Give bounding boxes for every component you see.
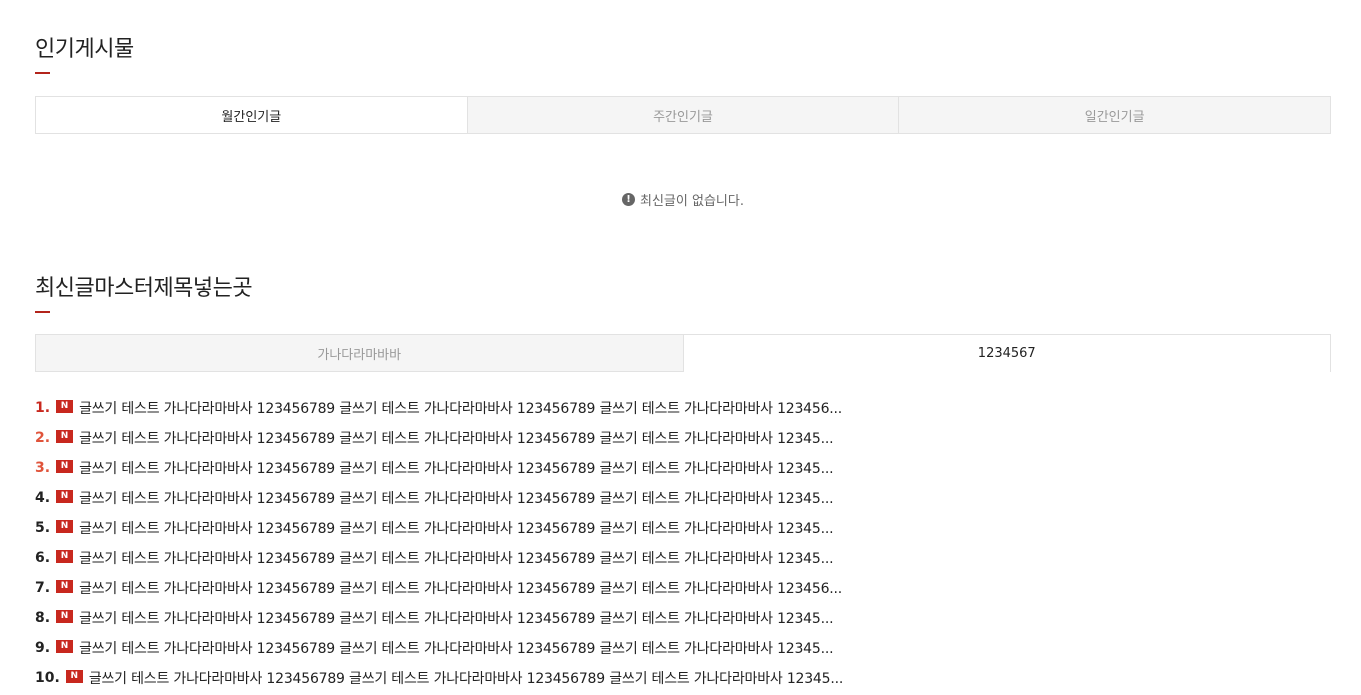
list-item[interactable]: 8. N 글쓰기 테스트 가나다라마바사 123456789 글쓰기 테스트 가나다… (35, 603, 1331, 633)
popular-empty-state: ! 최신글이 없습니다. (35, 190, 1331, 210)
post-link[interactable]: 글쓰기 테스트 가나다라마바사 123456789 글쓰기 테스트 가나다라마바… (79, 458, 833, 478)
list-item[interactable]: 2. N 글쓰기 테스트 가나다라마바사 123456789 글쓰기 테스트 가나다… (35, 423, 1331, 453)
tab-category-1[interactable]: 가나다라마바바 (36, 335, 684, 372)
new-badge-icon: N (56, 579, 74, 593)
rank-number: 6. (35, 550, 51, 566)
latest-list-container: 1. N 글쓰기 테스트 가나다라마바사 123456789 글쓰기 테스트 가나다… (35, 393, 1331, 693)
list-item[interactable]: 6. N 글쓰기 테스트 가나다라마바사 123456789 글쓰기 테스트 가나다… (35, 543, 1331, 573)
rank-number: 3. (35, 460, 51, 476)
post-link[interactable]: 글쓰기 테스트 가나다라마바사 123456789 글쓰기 테스트 가나다라마바… (79, 398, 842, 418)
list-item[interactable]: 5. N 글쓰기 테스트 가나다라마바사 123456789 글쓰기 테스트 가나다… (35, 513, 1331, 543)
list-item[interactable]: 3. N 글쓰기 테스트 가나다라마바사 123456789 글쓰기 테스트 가나다… (35, 453, 1331, 483)
post-link[interactable]: 글쓰기 테스트 가나다라마바사 123456789 글쓰기 테스트 가나다라마바… (79, 488, 833, 508)
new-badge-icon: N (56, 609, 74, 623)
rank-number: 2. (35, 430, 51, 446)
latest-tabs: 가나다라마바바 1234567 (35, 334, 1331, 372)
rank-number: 1. (35, 400, 51, 416)
tab-weekly[interactable]: 주간인기글 (467, 97, 900, 133)
tab-label: 월간인기글 (221, 109, 282, 125)
post-link[interactable]: 글쓰기 테스트 가나다라마바사 123456789 글쓰기 테스트 가나다라마바… (79, 548, 833, 568)
latest-title: 최신글마스터제목넣는곳 (35, 276, 253, 301)
title-underline (35, 311, 50, 313)
new-badge-icon: N (56, 429, 74, 443)
latest-section: 최신글마스터제목넣는곳 (35, 275, 1331, 313)
new-badge-icon: N (56, 519, 74, 533)
new-badge-icon: N (56, 459, 74, 473)
post-link[interactable]: 글쓰기 테스트 가나다라마바사 123456789 글쓰기 테스트 가나다라마바… (79, 428, 833, 448)
list-item[interactable]: 9. N 글쓰기 테스트 가나다라마바사 123456789 글쓰기 테스트 가나다… (35, 633, 1331, 663)
new-badge-icon: N (56, 489, 74, 503)
rank-number: 8. (35, 610, 51, 626)
rank-number: 4. (35, 490, 51, 506)
tab-monthly[interactable]: 월간인기글 (36, 97, 468, 133)
rank-number: 5. (35, 520, 51, 536)
list-item[interactable]: 10. N 글쓰기 테스트 가나다라마바사 123456789 글쓰기 테스트 가나… (35, 663, 1331, 693)
new-badge-icon: N (56, 399, 74, 413)
tab-category-2[interactable]: 1234567 (683, 335, 1330, 372)
list-item[interactable]: 1. N 글쓰기 테스트 가나다라마바사 123456789 글쓰기 테스트 가나다… (35, 393, 1331, 423)
tab-label: 주간인기글 (653, 109, 713, 125)
tab-label: 가나다라마바바 (317, 347, 402, 363)
popular-tabs: 월간인기글 주간인기글 일간인기글 (35, 96, 1331, 134)
exclamation-icon: ! (622, 193, 636, 206)
new-badge-icon: N (65, 669, 83, 683)
rank-number: 9. (35, 640, 51, 656)
tab-label: 1234567 (977, 346, 1036, 361)
tab-label: 일간인기글 (1084, 109, 1145, 125)
post-link[interactable]: 글쓰기 테스트 가나다라마바사 123456789 글쓰기 테스트 가나다라마바… (79, 518, 833, 538)
rank-number: 10. (35, 670, 60, 686)
latest-post-list: 1. N 글쓰기 테스트 가나다라마바사 123456789 글쓰기 테스트 가나다… (35, 393, 1331, 693)
list-item[interactable]: 7. N 글쓰기 테스트 가나다라마바사 123456789 글쓰기 테스트 가나다… (35, 573, 1331, 603)
new-badge-icon: N (56, 639, 74, 653)
post-link[interactable]: 글쓰기 테스트 가나다라마바사 123456789 글쓰기 테스트 가나다라마바… (89, 668, 843, 688)
rank-number: 7. (35, 580, 51, 596)
title-underline (35, 72, 50, 74)
post-link[interactable]: 글쓰기 테스트 가나다라마바사 123456789 글쓰기 테스트 가나다라마바… (79, 608, 833, 628)
list-item[interactable]: 4. N 글쓰기 테스트 가나다라마바사 123456789 글쓰기 테스트 가나다… (35, 483, 1331, 513)
popular-section: 인기게시물 (35, 36, 1331, 74)
tab-daily[interactable]: 일간인기글 (899, 97, 1331, 133)
popular-title: 인기게시물 (35, 37, 134, 62)
post-link[interactable]: 글쓰기 테스트 가나다라마바사 123456789 글쓰기 테스트 가나다라마바… (79, 638, 833, 658)
empty-message: 최신글이 없습니다. (640, 194, 744, 209)
post-link[interactable]: 글쓰기 테스트 가나다라마바사 123456789 글쓰기 테스트 가나다라마바… (79, 578, 842, 598)
new-badge-icon: N (56, 549, 74, 563)
